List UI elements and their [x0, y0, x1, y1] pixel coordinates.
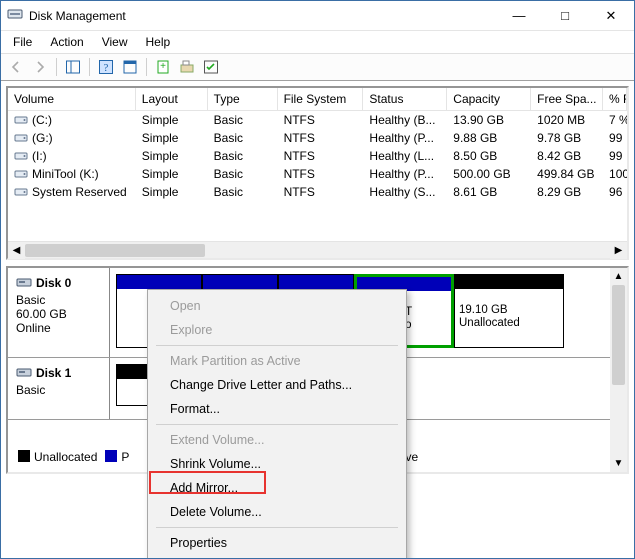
menu-separator	[156, 424, 398, 425]
table-row[interactable]: (I:)SimpleBasicNTFSHealthy (L...8.50 GB8…	[8, 147, 627, 165]
drive-icon	[14, 149, 28, 163]
disk-management-window: Disk Management ― □ ✕ File Action View H…	[0, 0, 635, 559]
menu-item-extend-volume: Extend Volume...	[150, 428, 404, 452]
menu-separator	[156, 527, 398, 528]
action-icon[interactable]	[200, 56, 222, 78]
scroll-right-icon[interactable]: ▶	[610, 242, 627, 259]
col-status[interactable]: Status	[363, 88, 447, 110]
table-row[interactable]: (G:)SimpleBasicNTFSHealthy (P...9.88 GB9…	[8, 129, 627, 147]
rescan-icon[interactable]	[176, 56, 198, 78]
table-row[interactable]: (C:)SimpleBasicNTFSHealthy (B...13.90 GB…	[8, 111, 627, 129]
titlebar[interactable]: Disk Management ― □ ✕	[1, 1, 634, 31]
toolbar: ? +	[1, 53, 634, 81]
drive-icon	[14, 131, 28, 145]
app-icon	[7, 6, 23, 25]
menu-item-shrink-volume[interactable]: Shrink Volume...	[150, 452, 404, 476]
disk-label[interactable]: Disk 0Basic60.00 GBOnline	[8, 268, 110, 357]
disk-label[interactable]: Disk 1Basic	[8, 358, 110, 419]
menubar: File Action View Help	[1, 31, 634, 53]
refresh-icon[interactable]: +	[152, 56, 174, 78]
horizontal-scrollbar[interactable]: ◀ ▶	[8, 241, 627, 258]
menu-help[interactable]: Help	[138, 33, 179, 51]
vertical-scrollbar[interactable]: ▲ ▼	[610, 268, 627, 472]
col-pctfree[interactable]: % F	[603, 88, 627, 110]
scroll-up-icon[interactable]: ▲	[610, 268, 627, 285]
svg-text:?: ?	[104, 62, 109, 74]
disk-icon	[16, 364, 32, 383]
svg-text:+: +	[160, 61, 166, 72]
col-type[interactable]: Type	[208, 88, 278, 110]
properties-icon[interactable]	[119, 56, 141, 78]
partition[interactable]: 19.10 GBUnallocated	[454, 274, 564, 348]
menu-file[interactable]: File	[5, 33, 40, 51]
scroll-left-icon[interactable]: ◀	[8, 242, 25, 259]
forward-icon[interactable]	[29, 56, 51, 78]
context-menu[interactable]: OpenExplore Mark Partition as ActiveChang…	[147, 289, 407, 559]
disk-icon	[16, 274, 32, 293]
menu-item-properties[interactable]: Properties	[150, 531, 404, 555]
menu-item-explore: Explore	[150, 318, 404, 342]
scroll-down-icon[interactable]: ▼	[610, 455, 627, 472]
legend-unallocated: Unallocated	[18, 450, 97, 464]
toolbar-separator	[86, 56, 93, 78]
scroll-thumb[interactable]	[25, 244, 205, 257]
window-title: Disk Management	[29, 9, 496, 23]
menu-item-format[interactable]: Format...	[150, 397, 404, 421]
column-headers: Volume Layout Type File System Status Ca…	[8, 88, 627, 111]
col-layout[interactable]: Layout	[136, 88, 208, 110]
col-filesystem[interactable]: File System	[278, 88, 364, 110]
toolbar-separator	[143, 56, 150, 78]
help-icon[interactable]: ?	[95, 56, 117, 78]
drive-icon	[14, 185, 28, 199]
drive-icon	[14, 167, 28, 181]
toolbar-separator	[53, 56, 60, 78]
col-volume[interactable]: Volume	[8, 88, 136, 110]
menu-view[interactable]: View	[94, 33, 136, 51]
menu-item-open: Open	[150, 294, 404, 318]
table-row[interactable]: MiniTool (K:)SimpleBasicNTFSHealthy (P..…	[8, 165, 627, 183]
back-icon[interactable]	[5, 56, 27, 78]
menu-item-mark-partition-as-active: Mark Partition as Active	[150, 349, 404, 373]
menu-separator	[156, 345, 398, 346]
menu-item-delete-volume[interactable]: Delete Volume...	[150, 500, 404, 524]
show-hide-tree-icon[interactable]	[62, 56, 84, 78]
menu-item-change-drive-letter-and-paths[interactable]: Change Drive Letter and Paths...	[150, 373, 404, 397]
col-free[interactable]: Free Spa...	[531, 88, 603, 110]
maximize-button[interactable]: □	[542, 1, 588, 31]
menu-action[interactable]: Action	[42, 33, 91, 51]
legend-primary: P	[105, 450, 129, 464]
minimize-button[interactable]: ―	[496, 1, 542, 31]
table-row[interactable]: System ReservedSimpleBasicNTFSHealthy (S…	[8, 183, 627, 201]
scroll-thumb[interactable]	[612, 285, 625, 385]
volume-list-panel: Volume Layout Type File System Status Ca…	[6, 86, 629, 260]
col-capacity[interactable]: Capacity	[447, 88, 531, 110]
close-button[interactable]: ✕	[588, 1, 634, 31]
volume-list[interactable]: (C:)SimpleBasicNTFSHealthy (B...13.90 GB…	[8, 111, 627, 241]
drive-icon	[14, 113, 28, 127]
menu-item-add-mirror[interactable]: Add Mirror...	[150, 476, 404, 500]
